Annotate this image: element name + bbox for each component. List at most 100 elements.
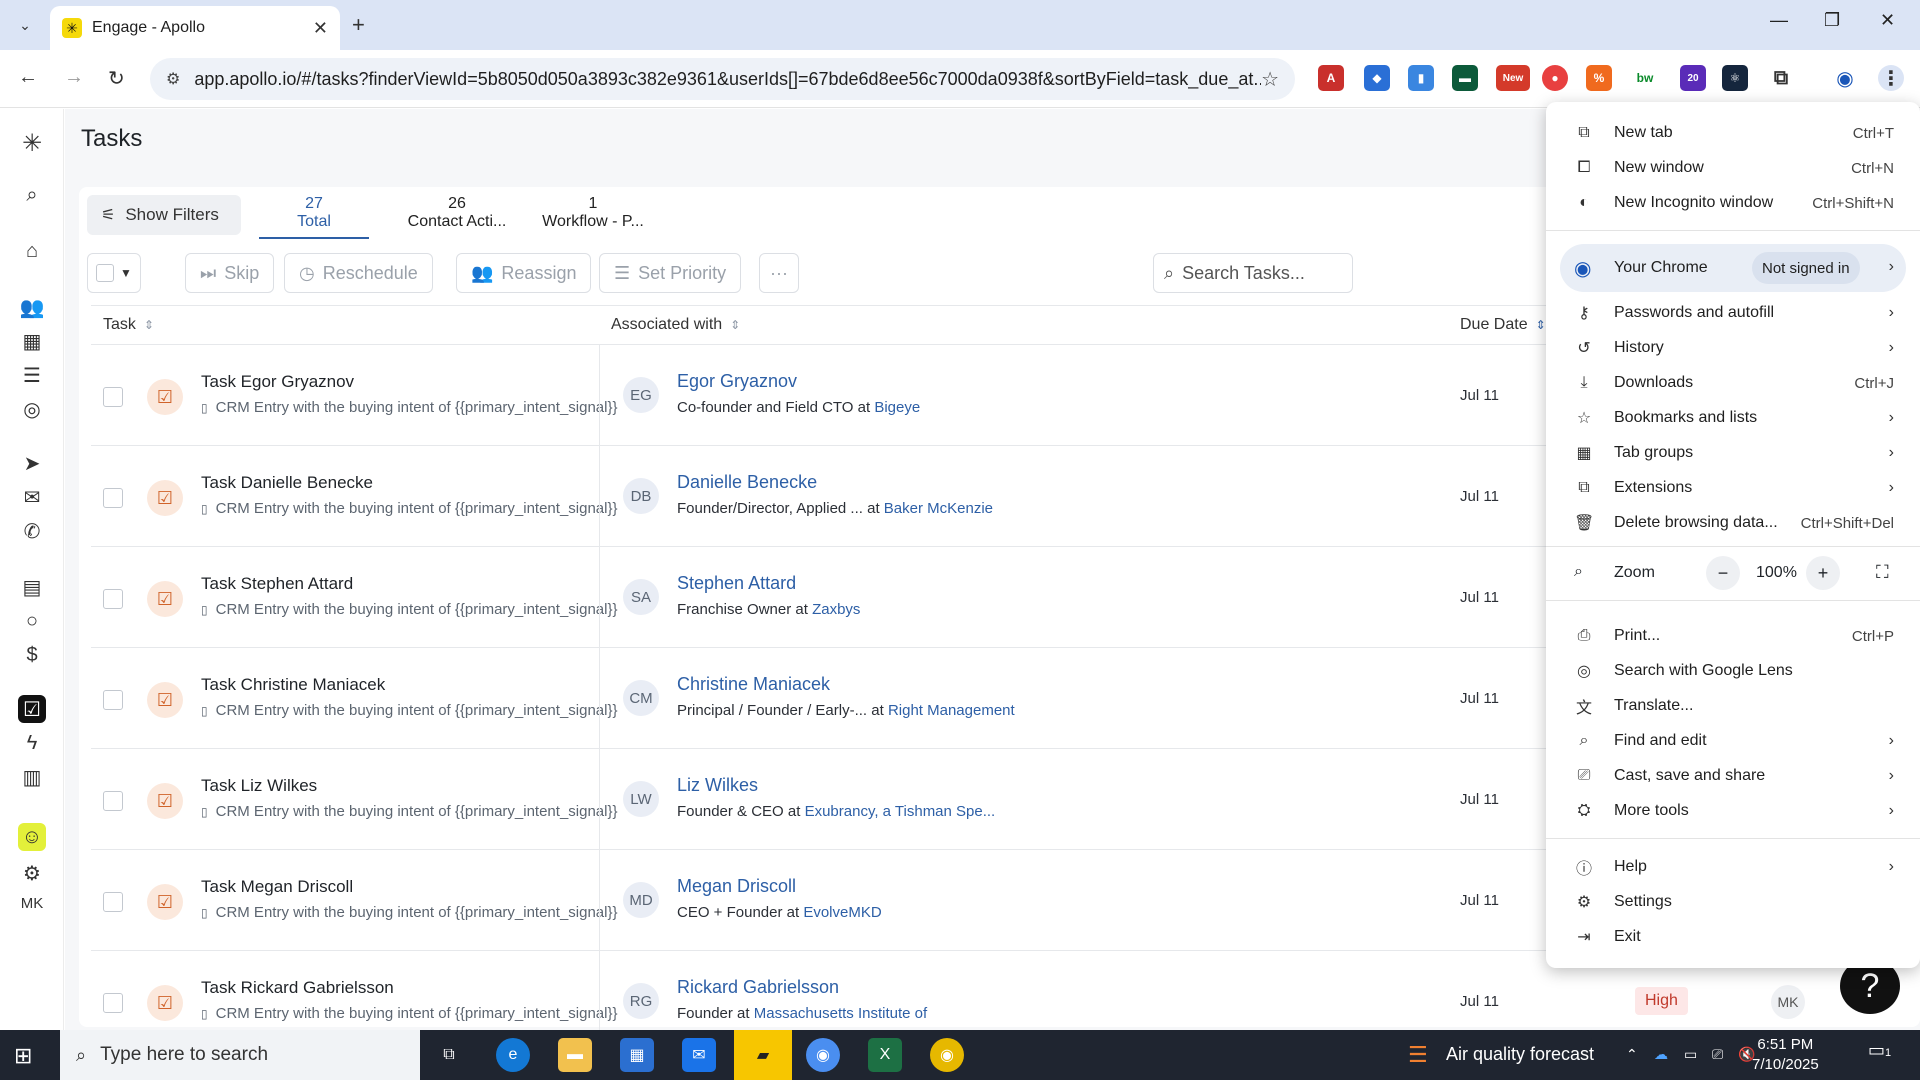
chrome-profile-icon[interactable]: ◉ (930, 1038, 964, 1072)
reschedule-button[interactable]: ◷ Reschedule (284, 253, 433, 293)
edge-icon[interactable]: e (496, 1038, 530, 1072)
menu-item-print[interactable]: ⎙ Print... Ctrl+P (1546, 619, 1920, 653)
select-all-checkbox[interactable] (96, 264, 114, 282)
close-window-icon[interactable]: ✕ (1880, 10, 1895, 31)
workflows-bolt-icon[interactable]: ϟ (18, 729, 46, 757)
signals-icon[interactable]: ◎ (18, 395, 46, 423)
tray-chevron-up-icon[interactable]: ⌃ (1626, 1046, 1638, 1063)
menu-item-new-window[interactable]: ⧠ New window Ctrl+N (1546, 151, 1920, 185)
note-extension-icon[interactable]: ▮ (1408, 65, 1434, 91)
analytics-chart-icon[interactable]: ▥ (18, 763, 46, 791)
restore-window-icon[interactable]: ❐ (1824, 10, 1840, 31)
contact-name-link[interactable]: Stephen Attard (677, 573, 796, 594)
weather-widget[interactable]: Air quality forecast (1446, 1044, 1594, 1065)
windows-start-icon[interactable]: ⊞ (14, 1043, 32, 1069)
more-actions-button[interactable]: ··· (759, 253, 799, 293)
row-checkbox[interactable] (103, 791, 123, 811)
row-checkbox[interactable] (103, 993, 123, 1013)
menu-item-tab-groups[interactable]: ▦ Tab groups › (1546, 436, 1920, 470)
reload-icon[interactable]: ↻ (108, 66, 125, 91)
menu-item-cast[interactable]: ⎚ Cast, save and share › (1546, 759, 1920, 793)
mail-icon[interactable]: ✉ (18, 483, 46, 511)
zoom-in-button[interactable]: + (1806, 556, 1840, 590)
minimize-window-icon[interactable]: — (1770, 10, 1788, 31)
percent-extension-icon[interactable]: % (1586, 65, 1612, 91)
task-name[interactable]: Task Danielle Benecke (201, 473, 373, 493)
row-checkbox[interactable] (103, 892, 123, 912)
search-tasks-field[interactable]: ⌕ Search Tasks... (1153, 253, 1353, 293)
back-arrow-icon[interactable]: ← (18, 66, 38, 89)
menu-item-extensions[interactable]: ⧉ Extensions › (1546, 471, 1920, 505)
grad-cap-extension-icon[interactable]: 20 (1680, 65, 1706, 91)
onedrive-icon[interactable]: ☁ (1654, 1046, 1668, 1063)
contact-name-link[interactable]: Christine Maniacek (677, 674, 830, 695)
tab-contact-activity[interactable]: 26 Contact Acti... (397, 195, 517, 239)
company-link[interactable]: Baker McKenzie (884, 500, 993, 517)
mail-icon[interactable]: ✉ (682, 1038, 716, 1072)
menu-item-translate[interactable]: 文 Translate... (1546, 689, 1920, 723)
task-name[interactable]: Task Liz Wilkes (201, 776, 317, 796)
puzzle-extensions-icon[interactable]: ⧉ (1768, 65, 1794, 91)
new-extension-icon[interactable]: New (1496, 65, 1530, 91)
tab-search-button[interactable]: ⌄ (12, 12, 38, 38)
contact-name-link[interactable]: Danielle Benecke (677, 472, 817, 493)
bookmark-star-icon[interactable]: ☆ (1261, 67, 1279, 92)
column-task[interactable]: Task ⇕ (103, 316, 154, 334)
task-name[interactable]: Task Stephen Attard (201, 574, 353, 594)
column-due-date[interactable]: Due Date ⇕ (1460, 316, 1546, 334)
forward-arrow-icon[interactable]: → (64, 66, 84, 89)
company-link[interactable]: Massachusetts Institute of (754, 1005, 927, 1022)
shield-extension-icon[interactable]: ◆ (1364, 65, 1390, 91)
menu-item-history[interactable]: ↺ History › (1546, 331, 1920, 365)
notifications-icon[interactable]: ▭1 (1868, 1040, 1891, 1061)
contact-name-link[interactable]: Megan Driscoll (677, 876, 796, 897)
file-explorer-icon[interactable]: ▬ (558, 1038, 592, 1072)
task-name[interactable]: Task Egor Gryaznov (201, 372, 354, 392)
browser-tab-active[interactable]: ✳ Engage - Apollo ✕ (50, 6, 340, 50)
lists-icon[interactable]: ☰ (18, 361, 46, 389)
menu-item-passwords[interactable]: ⚷ Passwords and autofill › (1546, 296, 1920, 330)
company-link[interactable]: Exubrancy, a Tishman Spe... (805, 803, 996, 820)
sign-in-status-pill[interactable]: Not signed in (1752, 252, 1860, 284)
acrobat-extension-icon[interactable]: A (1318, 65, 1344, 91)
company-link[interactable]: Bigeye (874, 399, 920, 416)
sequences-send-icon[interactable]: ➤ (18, 449, 46, 477)
priority-badge[interactable]: High (1635, 987, 1688, 1015)
task-name[interactable]: Task Rickard Gabrielsson (201, 978, 394, 998)
menu-item-delete-data[interactable]: 🗑 Delete browsing data... Ctrl+Shift+Del (1546, 506, 1920, 540)
deals-dollar-icon[interactable]: $ (18, 641, 46, 669)
phone-icon[interactable]: ✆ (18, 517, 46, 545)
task-name[interactable]: Task Megan Driscoll (201, 877, 353, 897)
row-checkbox[interactable] (103, 589, 123, 609)
row-checkbox[interactable] (103, 690, 123, 710)
address-bar[interactable]: ⚙ app.apollo.io/#/tasks?finderViewId=5b8… (150, 58, 1295, 100)
contact-name-link[interactable]: Rickard Gabrielsson (677, 977, 839, 998)
menu-item-incognito[interactable]: ◐ New Incognito window Ctrl+Shift+N (1546, 186, 1920, 220)
close-tab-icon[interactable]: ✕ (313, 18, 328, 39)
conversations-icon[interactable]: ○ (18, 607, 46, 635)
fullscreen-icon[interactable]: ⛶ (1876, 562, 1889, 583)
menu-item-google-lens[interactable]: ◎ Search with Google Lens (1546, 654, 1920, 688)
company-link[interactable]: Zaxbys (812, 601, 860, 618)
home-icon[interactable]: ⌂ (18, 237, 46, 265)
search-icon[interactable]: ⌕ (18, 181, 46, 209)
chrome-menu-kebab-icon[interactable]: ⋮ (1878, 65, 1904, 91)
menu-item-settings[interactable]: ⚙ Settings (1546, 885, 1920, 919)
skip-button[interactable]: ⏭ Skip (185, 253, 275, 293)
tab-workflow[interactable]: 1 Workflow - P... (533, 195, 653, 239)
invite-user-icon[interactable]: ☺ (18, 823, 46, 851)
battery-icon[interactable]: ▭ (1684, 1046, 1697, 1063)
reassign-button[interactable]: 👥 Reassign (456, 253, 592, 293)
contact-name-link[interactable]: Egor Gryaznov (677, 371, 797, 392)
tab-total[interactable]: 27 Total (259, 195, 369, 239)
menu-item-more-tools[interactable]: ⛭ More tools › (1546, 794, 1920, 828)
your-chrome-profile[interactable]: ◉ Your Chrome Not signed in › (1560, 244, 1906, 292)
column-associated[interactable]: Associated with ⇕ (611, 316, 740, 334)
menu-item-bookmarks[interactable]: ☆ Bookmarks and lists › (1546, 401, 1920, 435)
taskbar-clock[interactable]: 6:51 PM 7/10/2025 (1752, 1035, 1819, 1075)
menu-item-downloads[interactable]: ⤓ Downloads Ctrl+J (1546, 366, 1920, 400)
settings-gear-icon[interactable]: ⚙ (18, 859, 46, 887)
menu-item-help[interactable]: ⓘ Help › (1546, 850, 1920, 884)
companies-icon[interactable]: ▦ (18, 327, 46, 355)
profile-icon[interactable]: ◉ (1832, 65, 1858, 91)
